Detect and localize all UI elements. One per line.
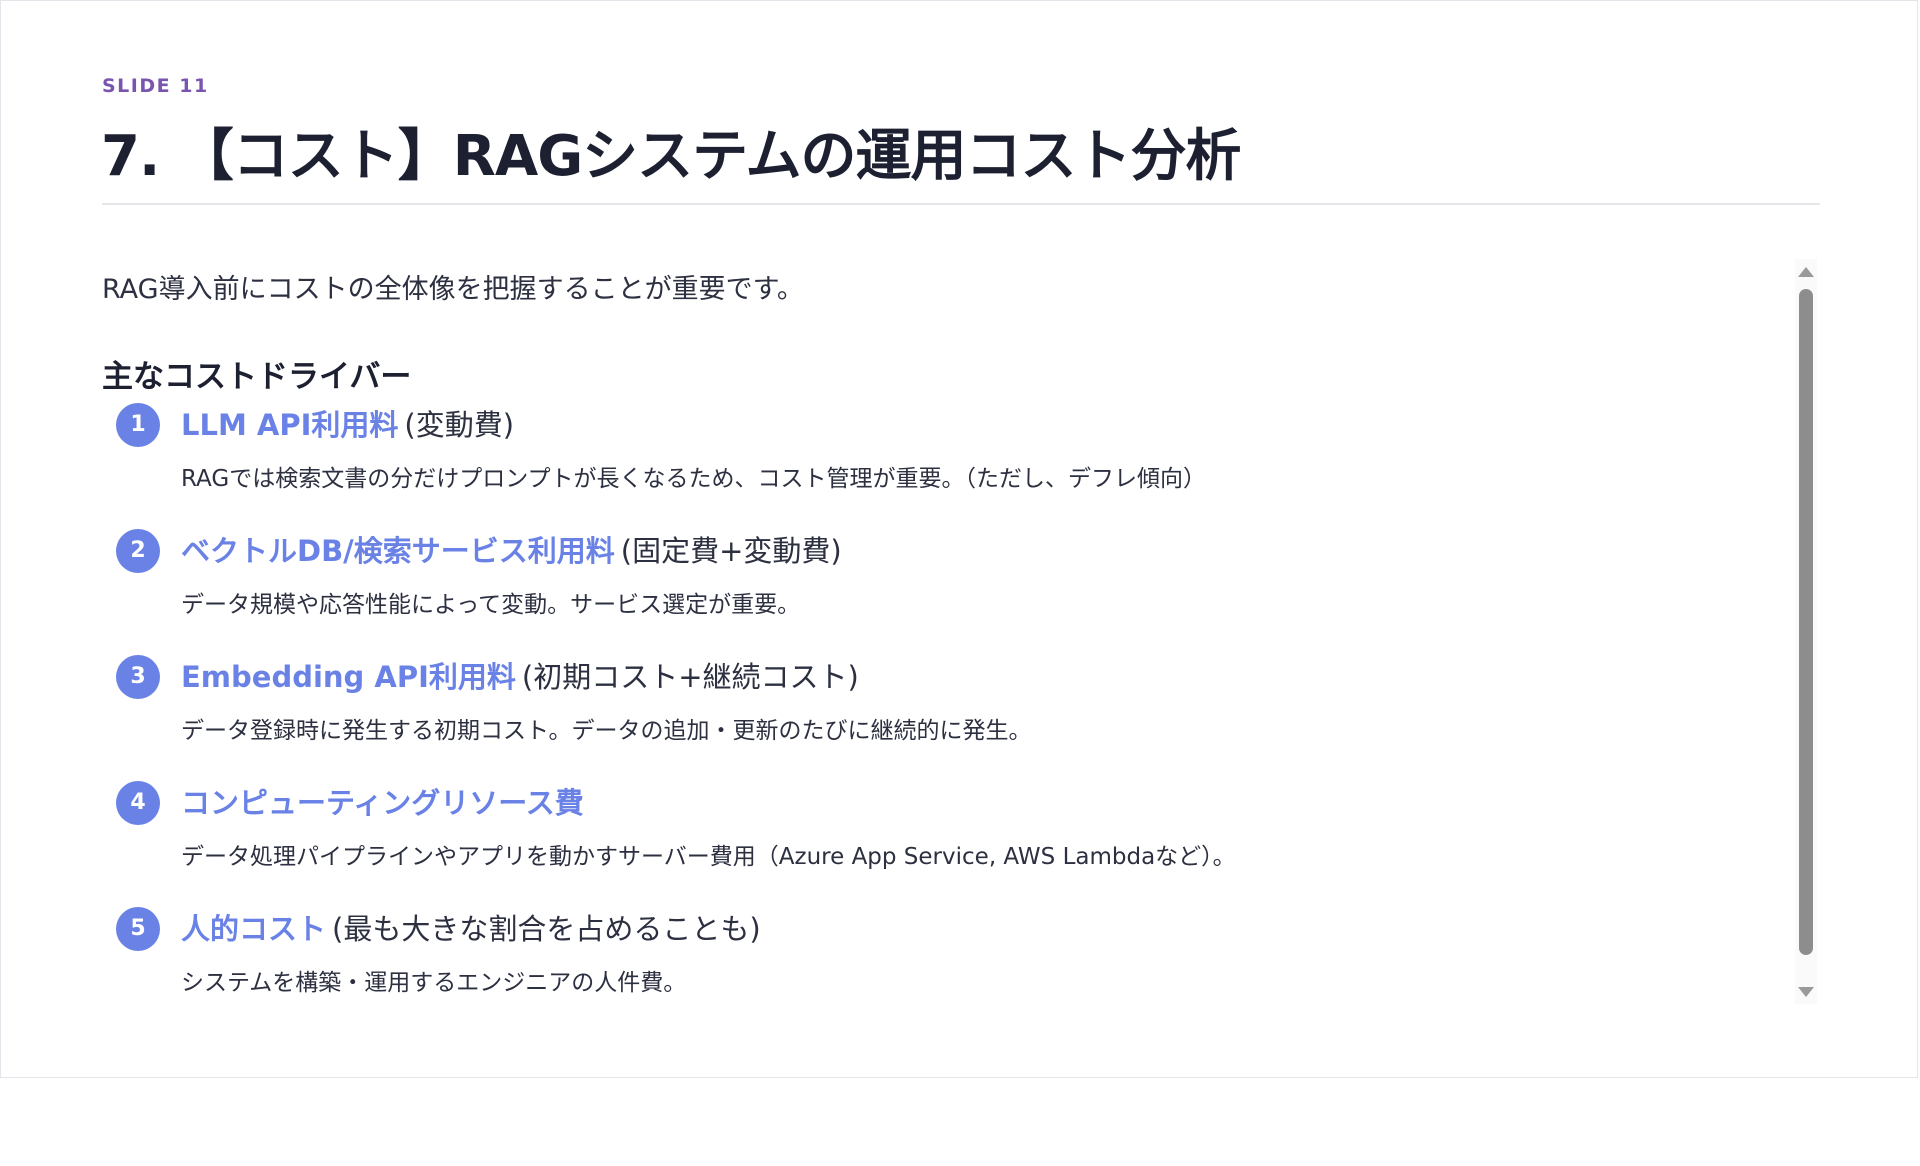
- cost-driver-tag: (初期コスト+継続コスト): [521, 660, 859, 694]
- number-badge: 5: [116, 907, 160, 951]
- slide-content-scroll-area[interactable]: RAG導入前にコストの全体像を把握することが重要です。 主なコストドライバー 1…: [102, 259, 1782, 1004]
- scrollbar-thumb[interactable]: [1799, 289, 1813, 955]
- cost-driver-heading: 人的コスト (最も大きな割合を占めることも): [181, 907, 761, 951]
- cost-driver-description: データ処理パイプラインやアプリを動かすサーバー費用（Azure App Serv…: [181, 844, 1236, 870]
- cost-driver-heading: コンピューティングリソース費: [181, 781, 584, 825]
- cost-driver-name: LLM API利用料: [181, 408, 399, 442]
- cost-driver-description: RAGでは検索文書の分だけプロンプトが長くなるため、コスト管理が重要。（ただし、…: [181, 466, 1207, 492]
- slide-label: SLIDE 11: [102, 75, 209, 97]
- number-badge: 1: [116, 403, 160, 447]
- cost-driver-tag: (固定費+変動費): [620, 534, 842, 568]
- cost-driver-name: Embedding API利用料: [181, 660, 516, 694]
- cost-driver-heading: Embedding API利用料 (初期コスト+継続コスト): [181, 655, 859, 699]
- cost-driver-name: ベクトルDB/検索サービス利用料: [181, 534, 615, 568]
- scroll-down-arrow-icon[interactable]: [1798, 987, 1814, 997]
- cost-driver-item: 3 Embedding API利用料 (初期コスト+継続コスト) データ登録時に発…: [102, 651, 1702, 761]
- number-badge: 3: [116, 655, 160, 699]
- cost-driver-tag: (最も大きな割合を占めることも): [332, 912, 761, 946]
- vertical-scrollbar[interactable]: [1795, 259, 1817, 1004]
- cost-driver-tag: (変動費): [404, 408, 515, 442]
- section-heading: 主なコストドライバー: [102, 359, 412, 395]
- cost-driver-heading: LLM API利用料 (変動費): [181, 403, 514, 447]
- cost-driver-item: 2 ベクトルDB/検索サービス利用料 (固定費+変動費) データ規模や応答性能によ…: [102, 525, 1702, 635]
- cost-driver-description: データ規模や応答性能によって変動。サービス選定が重要。: [181, 592, 801, 618]
- cost-driver-description: システムを構築・運用するエンジニアの人件費。: [181, 970, 687, 996]
- number-badge: 4: [116, 781, 160, 825]
- title-divider: [102, 203, 1820, 205]
- cost-driver-item: 4 コンピューティングリソース費 データ処理パイプラインやアプリを動かすサーバー…: [102, 777, 1702, 887]
- scroll-up-arrow-icon[interactable]: [1798, 267, 1814, 277]
- cost-driver-name: コンピューティングリソース費: [181, 786, 584, 820]
- cost-driver-heading: ベクトルDB/検索サービス利用料 (固定費+変動費): [181, 529, 842, 573]
- cost-driver-item: 5 人的コスト (最も大きな割合を占めることも) システムを構築・運用するエンジニ…: [102, 903, 1702, 1004]
- cost-driver-name: 人的コスト: [181, 912, 327, 946]
- cost-driver-item: 1 LLM API利用料 (変動費) RAGでは検索文書の分だけプロンプトが長くな…: [102, 399, 1702, 509]
- slide-title: 7. 【コスト】RAGシステムの運用コスト分析: [101, 124, 1241, 189]
- intro-text: RAG導入前にコストの全体像を把握することが重要です。: [102, 274, 804, 305]
- cost-driver-description: データ登録時に発生する初期コスト。データの追加・更新のたびに継続的に発生。: [181, 718, 1032, 744]
- number-badge: 2: [116, 529, 160, 573]
- slide-frame: SLIDE 11 7. 【コスト】RAGシステムの運用コスト分析 RAG導入前に…: [0, 0, 1918, 1078]
